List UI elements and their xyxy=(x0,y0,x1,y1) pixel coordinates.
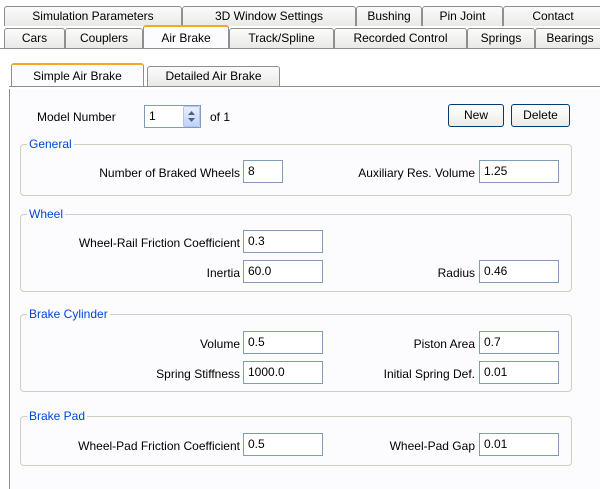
simple-air-brake-panel: Model Number 1 of 1 New Delete General N… xyxy=(9,89,600,489)
wheel-pad-gap-input[interactable]: 0.01 xyxy=(479,433,559,456)
braked-wheels-input[interactable]: 8 xyxy=(243,160,283,183)
tab-bushing[interactable]: Bushing xyxy=(356,6,422,26)
aux-res-volume-input[interactable]: 1.25 xyxy=(479,160,559,183)
tab-bearings[interactable]: Bearings xyxy=(535,28,600,48)
model-number-spinner[interactable] xyxy=(183,106,200,127)
wheel-group-title: Wheel xyxy=(27,206,66,222)
piston-area-label: Piston Area xyxy=(413,337,475,351)
spinner-arrows-icon xyxy=(188,111,195,122)
initial-spring-def-label: Initial Spring Def. xyxy=(383,367,475,381)
tab-simple-air-brake[interactable]: Simple Air Brake xyxy=(11,63,144,86)
new-button[interactable]: New xyxy=(448,104,504,127)
volume-input[interactable]: 0.5 xyxy=(243,331,323,354)
aux-res-volume-label: Auxiliary Res. Volume xyxy=(358,166,475,180)
tab-couplers[interactable]: Couplers xyxy=(65,28,143,48)
model-number-value: 1 xyxy=(149,109,156,123)
tab-detailed-air-brake[interactable]: Detailed Air Brake xyxy=(147,66,280,86)
tab-pin-joint[interactable]: Pin Joint xyxy=(422,6,503,26)
brake-cylinder-group-title: Brake Cylinder xyxy=(27,306,110,322)
tab-recorded-control[interactable]: Recorded Control xyxy=(334,28,467,48)
model-number-field[interactable]: 1 xyxy=(144,105,201,128)
wheel-pad-gap-label: Wheel-Pad Gap xyxy=(389,439,475,453)
tab-row-border xyxy=(0,48,600,49)
spring-stiffness-label: Spring Stiffness xyxy=(156,367,240,381)
spring-stiffness-input[interactable]: 1000.0 xyxy=(243,361,323,384)
tab-3d-window-settings[interactable]: 3D Window Settings xyxy=(182,6,356,26)
model-count-label: of 1 xyxy=(210,110,231,124)
tab-springs[interactable]: Springs xyxy=(467,28,535,48)
piston-area-input[interactable]: 0.7 xyxy=(479,331,559,354)
radius-label: Radius xyxy=(437,266,475,280)
tab-simulation-parameters[interactable]: Simulation Parameters xyxy=(4,6,182,26)
wheel-pad-friction-label: Wheel-Pad Friction Coefficient xyxy=(78,439,240,453)
brake-pad-group-title: Brake Pad xyxy=(27,408,88,424)
tab-air-brake[interactable]: Air Brake xyxy=(143,25,229,48)
tab-track-spline[interactable]: Track/Spline xyxy=(229,28,334,48)
radius-input[interactable]: 0.46 xyxy=(479,260,559,283)
wheel-pad-friction-input[interactable]: 0.5 xyxy=(243,433,323,456)
wheel-rail-friction-label: Wheel-Rail Friction Coefficient xyxy=(78,236,240,250)
tab-contact[interactable]: Contact xyxy=(503,6,600,26)
wheel-rail-friction-input[interactable]: 0.3 xyxy=(243,230,323,253)
tab-cars[interactable]: Cars xyxy=(4,28,65,48)
initial-spring-def-input[interactable]: 0.01 xyxy=(479,361,559,384)
general-group-title: General xyxy=(27,136,74,152)
model-number-label: Model Number xyxy=(37,110,116,124)
braked-wheels-label: Number of Braked Wheels xyxy=(99,166,240,180)
inertia-label: Inertia xyxy=(206,266,240,280)
inertia-input[interactable]: 60.0 xyxy=(243,260,323,283)
delete-button[interactable]: Delete xyxy=(511,104,570,127)
volume-label: Volume xyxy=(199,337,240,351)
subtab-row-border xyxy=(9,86,600,87)
